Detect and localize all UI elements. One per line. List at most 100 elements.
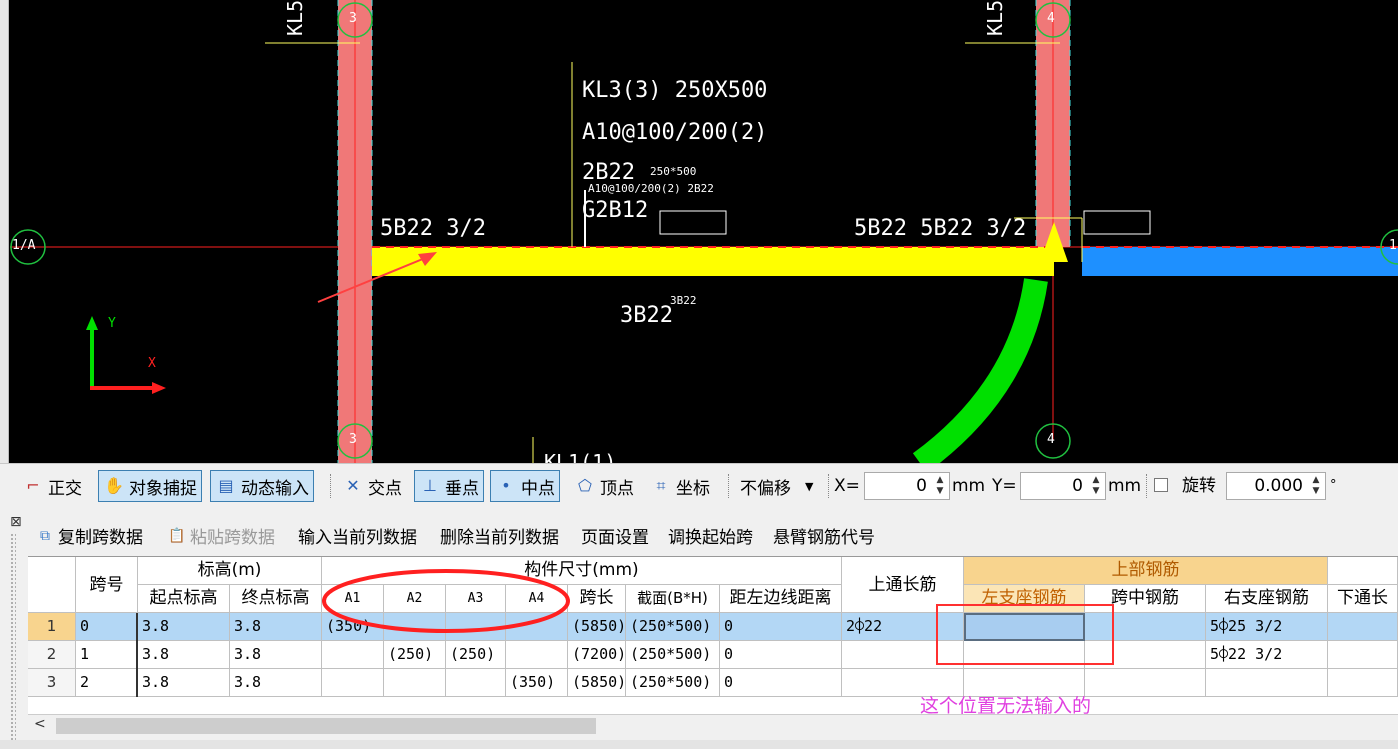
cell-end-elev[interactable]: 3.8 (230, 613, 322, 641)
horizontal-scrollbar[interactable]: < (28, 714, 1398, 737)
cell-dist-left[interactable]: 0 (720, 669, 842, 697)
cell-start-elev[interactable]: 3.8 (138, 641, 230, 669)
paste-icon: 📋 (168, 527, 186, 544)
cell-start-elev[interactable]: 3.8 (138, 613, 230, 641)
beam-name-label: KL3(3) 250X500 (582, 78, 768, 103)
row-number[interactable]: 2 (28, 641, 76, 669)
row-number[interactable]: 1 (28, 613, 76, 641)
cell-dist-left[interactable]: 0 (720, 641, 842, 669)
cad-drawing (10, 0, 1398, 463)
placeholder-box1 (659, 210, 727, 235)
cell-a3[interactable]: (250) (446, 641, 506, 669)
intersection-button[interactable]: ✕ 交点 (338, 470, 406, 502)
scroll-thumb[interactable] (56, 718, 596, 734)
arc-beam-green (912, 278, 1048, 463)
paste-span-button[interactable]: 📋 粘贴跨数据 (168, 523, 275, 549)
offset-dropdown[interactable]: 不偏移 ▼ (736, 470, 817, 502)
bottom-rebar-small: 3B22 (670, 294, 697, 307)
cell-a4[interactable] (506, 641, 568, 669)
rotate-input[interactable]: 0.000 ▲ ▼ (1226, 472, 1326, 500)
perpendicular-button[interactable]: ⊥ 垂点 (414, 470, 484, 502)
cell-span[interactable]: 1 (76, 641, 138, 669)
x-unit: mm (952, 476, 986, 496)
cantilever-code-button[interactable]: 悬臂钢筋代号 (773, 523, 875, 548)
x-input[interactable]: 0 ▲ ▼ (864, 472, 950, 500)
cell-end-elev[interactable]: 3.8 (230, 669, 322, 697)
coordinate-button[interactable]: ⌗ 坐标 (646, 470, 714, 502)
page-setup-button[interactable]: 页面设置 (581, 523, 649, 548)
degree-symbol: ° (1330, 478, 1337, 493)
axis-label-1: 1 (1389, 238, 1397, 253)
bottom-rebar-label: 3B22 (620, 303, 673, 328)
cell-bottom-through[interactable] (1328, 669, 1398, 697)
cell-bottom-through[interactable] (1328, 641, 1398, 669)
ortho-button[interactable]: ⌐ 正交 (18, 470, 86, 502)
cell-section[interactable]: (250*500) (626, 613, 720, 641)
cell-a2[interactable] (384, 669, 446, 697)
input-column-button[interactable]: 输入当前列数据 (298, 523, 417, 548)
separator (828, 474, 830, 498)
cell-a4[interactable]: (350) (506, 669, 568, 697)
scroll-left-icon[interactable]: < (34, 716, 46, 732)
span-table[interactable]: 跨号 标高(m) 构件尺寸(mm) 上通长筋 上部钢筋 起点标高 终点标高 A1… (28, 556, 1398, 715)
cell-section[interactable]: (250*500) (626, 641, 720, 669)
intersection-icon: ✕ (346, 476, 360, 495)
header-end-elev: 终点标高 (230, 585, 322, 613)
midpoint-button[interactable]: • 中点 (490, 470, 560, 502)
cell-a1[interactable] (322, 641, 384, 669)
placeholder-box2 (1083, 210, 1151, 235)
cell-start-elev[interactable]: 3.8 (138, 669, 230, 697)
cell-a3[interactable] (446, 669, 506, 697)
dynamic-input-icon: ▤ (218, 476, 234, 495)
cell-right-support[interactable] (1206, 669, 1328, 697)
vertex-icon: ⬠ (578, 476, 592, 495)
coordinate-icon: ⌗ (656, 476, 666, 495)
cell-mid-span[interactable] (1085, 669, 1206, 697)
cell-span[interactable]: 2 (76, 669, 138, 697)
dynamic-input-button[interactable]: ▤ 动态输入 (210, 470, 314, 502)
cell-span-length[interactable]: (5850) (568, 669, 626, 697)
y-input[interactable]: 0 ▲ ▼ (1020, 472, 1106, 500)
rotate-spinner[interactable]: ▲ ▼ (1309, 475, 1323, 497)
axis-num-3-top: 3 (349, 11, 357, 26)
cell-span-length[interactable]: (7200) (568, 641, 626, 669)
stirrup-label: A10@100/200(2) (582, 120, 768, 145)
close-icon[interactable]: ⊠ (10, 514, 22, 530)
ucs-x-arrow (152, 382, 166, 394)
canvas-left-strip (0, 0, 9, 463)
cell-a1[interactable] (322, 669, 384, 697)
annotation-box (936, 604, 1114, 665)
header-section: 截面(B*H) (626, 585, 720, 613)
swap-start-button[interactable]: 调换起始跨 (668, 523, 753, 548)
overlap-stirrup: A10@100/200(2) 2B22 (588, 182, 714, 195)
status-strip (0, 740, 1398, 749)
separator (1146, 474, 1148, 498)
cell-bottom-through[interactable] (1328, 613, 1398, 641)
copy-span-button[interactable]: ⧉ 复制跨数据 (36, 523, 143, 549)
cell-span[interactable]: 0 (76, 613, 138, 641)
midpoint-icon: • (501, 476, 511, 495)
cad-drawing-canvas[interactable]: KL5 KL5 3 4 3 4 1/A 1 KL3(3) 250X500 A10… (0, 0, 1398, 463)
object-snap-button[interactable]: ✋ 对象捕捉 (98, 470, 202, 502)
header-right-support: 右支座钢筋 (1206, 585, 1328, 613)
ucs-y-label: Y (108, 316, 116, 331)
cell-section[interactable]: (250*500) (626, 669, 720, 697)
delete-column-button[interactable]: 删除当前列数据 (440, 523, 559, 548)
vertex-button[interactable]: ⬠ 顶点 (570, 470, 638, 502)
rotate-checkbox[interactable] (1154, 478, 1168, 492)
cell-dist-left[interactable]: 0 (720, 613, 842, 641)
header-elevation: 标高(m) (138, 557, 322, 585)
y-spinner[interactable]: ▲ ▼ (1089, 475, 1103, 497)
row-number[interactable]: 3 (28, 669, 76, 697)
cell-right-support[interactable]: 5⌽22 3/2 (1206, 641, 1328, 669)
y-unit: mm (1108, 476, 1142, 496)
x-spinner[interactable]: ▲ ▼ (933, 475, 947, 497)
beam-blue (1082, 247, 1398, 276)
chevron-down-icon: ▼ (805, 479, 814, 493)
header-bottom-through: 下通长 (1328, 585, 1398, 613)
panel-grip[interactable] (10, 533, 16, 745)
cell-right-support[interactable]: 5⌽25 3/2 (1206, 613, 1328, 641)
header-start-elev: 起点标高 (138, 585, 230, 613)
cell-end-elev[interactable]: 3.8 (230, 641, 322, 669)
cell-a2[interactable]: (250) (384, 641, 446, 669)
